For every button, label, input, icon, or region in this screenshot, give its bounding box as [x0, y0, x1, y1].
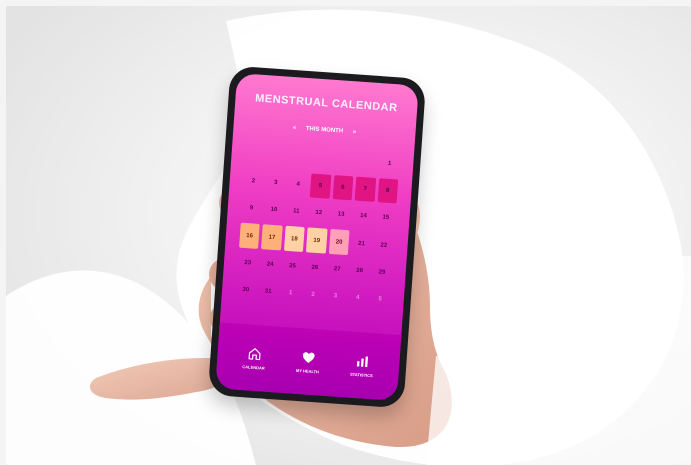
calendar-day[interactable]: 22	[373, 233, 394, 258]
calendar-day[interactable]: 19	[306, 227, 328, 254]
nav-statistics[interactable]: STATISTICS	[350, 353, 374, 378]
app-title: MENSTRUAL CALENDAR	[254, 92, 398, 115]
calendar-day[interactable]: 9	[241, 196, 262, 221]
calendar-day[interactable]	[290, 145, 311, 170]
nav-label: CALENDAR	[242, 363, 266, 371]
smartphone: MENSTRUAL CALENDAR « THIS MONTH » 123456…	[207, 65, 427, 409]
calendar-day[interactable]: 10	[263, 198, 284, 223]
calendar-day[interactable]: 30	[235, 277, 256, 302]
calendar-day[interactable]: 13	[330, 202, 351, 227]
calendar-day[interactable]: 29	[371, 260, 392, 285]
weekday-label	[249, 134, 270, 135]
month-navigation: « THIS MONTH »	[233, 121, 415, 140]
calendar-day[interactable]: 21	[351, 231, 372, 256]
calendar-day[interactable]: 5	[310, 173, 332, 200]
calendar-day[interactable]: 18	[283, 226, 305, 252]
nav-my-health[interactable]: MY HEALTH	[296, 349, 321, 374]
calendar-day[interactable]: 12	[308, 201, 329, 226]
calendar-day[interactable]: 3	[265, 171, 286, 196]
calendar-day[interactable]: 1	[379, 151, 400, 176]
calendar-day[interactable]	[245, 142, 266, 167]
nav-label: STATISTICS	[349, 371, 373, 378]
bottom-nav: CALENDAR MY HEALTH STATISTICS	[215, 322, 402, 401]
calendar-day[interactable]: 26	[304, 255, 325, 280]
calendar-day[interactable]: 11	[286, 199, 307, 224]
weekday-label	[356, 141, 377, 142]
calendar-day[interactable]: 14	[353, 204, 374, 229]
nav-calendar[interactable]: CALENDAR	[242, 346, 266, 371]
calendar-day[interactable]: 23	[237, 250, 258, 275]
calendar-day[interactable]: 6	[332, 175, 354, 201]
weekday-label	[292, 137, 313, 138]
weekday-label	[313, 138, 334, 139]
weekday-label	[270, 136, 291, 137]
calendar-day[interactable]: 4	[288, 172, 309, 197]
calendar-day[interactable]: 2	[302, 282, 323, 307]
weekday-label	[377, 143, 398, 144]
weekday-label	[335, 140, 356, 141]
home-icon	[248, 347, 261, 360]
calendar-day[interactable]: 17	[261, 224, 283, 251]
month-label: THIS MONTH	[305, 125, 344, 135]
calendar-day[interactable]: 8	[377, 178, 399, 204]
calendar-day[interactable]: 31	[258, 279, 279, 304]
chevron-left-icon[interactable]: «	[293, 125, 297, 131]
photo: MENSTRUAL CALENDAR « THIS MONTH » 123456…	[6, 6, 691, 465]
calendar-day[interactable]	[312, 147, 333, 172]
calendar-day[interactable]	[334, 148, 355, 173]
chevron-right-icon[interactable]: »	[353, 129, 357, 135]
calendar-day[interactable]: 28	[349, 258, 370, 283]
calendar-day[interactable]: 4	[347, 285, 368, 310]
app-screen: MENSTRUAL CALENDAR « THIS MONTH » 123456…	[215, 73, 419, 401]
calendar-day[interactable]: 15	[375, 205, 396, 230]
nav-label: MY HEALTH	[295, 367, 320, 374]
calendar-grid: 1 2 3 4 5 6 7 8 9 10 11 12 13 14 15 16 17 18 19 20 21 22 23 24 2…	[235, 142, 400, 312]
calendar-day[interactable]: 3	[325, 284, 346, 309]
calendar-day[interactable]: 5	[370, 287, 391, 312]
calendar-day[interactable]	[357, 150, 378, 175]
calendar-day[interactable]: 2	[243, 169, 264, 194]
calendar-day[interactable]: 27	[327, 256, 348, 281]
heart-icon	[302, 351, 315, 363]
calendar-day[interactable]: 7	[354, 176, 376, 203]
calendar-day[interactable]: 1	[280, 280, 301, 305]
calendar-day[interactable]: 20	[328, 229, 350, 255]
bar-chart-icon	[356, 355, 369, 367]
calendar-day[interactable]: 16	[239, 223, 261, 249]
calendar-day[interactable]: 25	[282, 253, 303, 278]
calendar-day[interactable]: 24	[260, 252, 281, 277]
calendar-day[interactable]	[267, 143, 288, 168]
